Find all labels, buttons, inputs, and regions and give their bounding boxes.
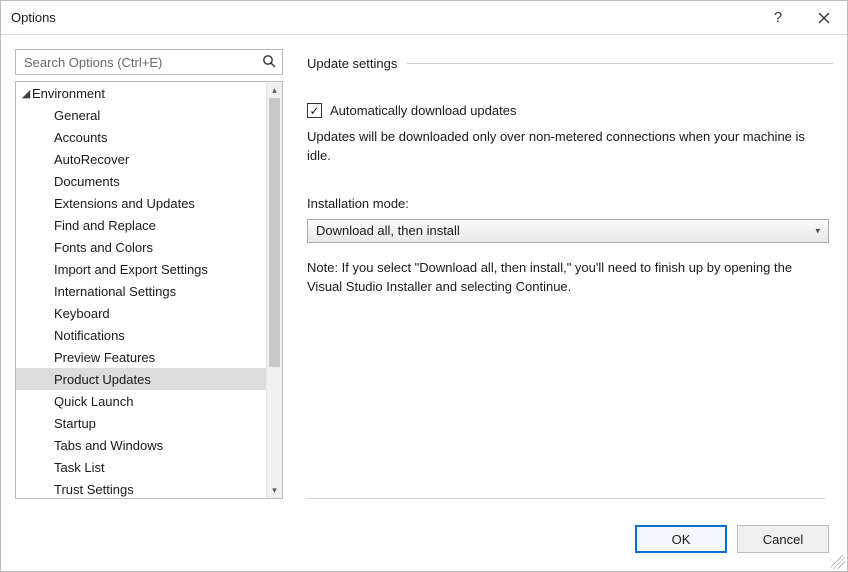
separator [307,498,825,499]
tree-scrollbar[interactable]: ▴ ▾ [266,82,282,498]
tree-item-label: Fonts and Colors [54,240,153,255]
checkbox-icon: ✓ [307,103,322,118]
options-tree: ◢ Environment General Accounts AutoRecover… [15,81,283,499]
tree-item[interactable]: AutoRecover [16,148,266,170]
tree-root-label: Environment [32,86,105,101]
tree-item[interactable]: Startup [16,412,266,434]
scroll-track[interactable] [267,98,282,482]
tree-item-label: General [54,108,100,123]
tree-item-label: Find and Replace [54,218,156,233]
caret-down-icon: ◢ [20,87,32,100]
dialog-title: Options [11,10,56,25]
tree-item-label: Accounts [54,130,107,145]
tree-item-label: Tabs and Windows [54,438,163,453]
tree-item-label: Extensions and Updates [54,196,195,211]
install-mode-note: Note: If you select "Download all, then … [307,259,827,297]
tree-item-label: Keyboard [54,306,110,321]
search-input[interactable] [22,54,262,71]
auto-download-description: Updates will be downloaded only over non… [307,128,827,166]
scroll-down-icon[interactable]: ▾ [267,482,282,498]
tree-item-label: Notifications [54,328,125,343]
tree-item[interactable]: Documents [16,170,266,192]
tree-item[interactable]: Preview Features [16,346,266,368]
tree-item-label: International Settings [54,284,176,299]
cancel-button[interactable]: Cancel [737,525,829,553]
search-icon [262,54,276,71]
scroll-up-icon[interactable]: ▴ [267,82,282,98]
tree-item[interactable]: International Settings [16,280,266,302]
search-options[interactable] [15,49,283,75]
tree-item[interactable]: Fonts and Colors [16,236,266,258]
auto-download-checkbox[interactable]: ✓ Automatically download updates [307,103,833,118]
tree-item[interactable]: Quick Launch [16,390,266,412]
tree-item-label: Documents [54,174,120,189]
tree-item[interactable]: Accounts [16,126,266,148]
tree-item-label: Preview Features [54,350,155,365]
tree-item-label: Product Updates [54,372,151,387]
tree-root-environment[interactable]: ◢ Environment [16,82,266,104]
close-button[interactable] [801,1,847,35]
scroll-thumb[interactable] [269,98,280,367]
tree-item[interactable]: Extensions and Updates [16,192,266,214]
ok-button[interactable]: OK [635,525,727,553]
section-title: Update settings [307,56,397,71]
tree-item-label: Task List [54,460,105,475]
tree-item[interactable]: Task List [16,456,266,478]
settings-panel: Update settings ✓ Automatically download… [283,49,833,499]
titlebar: Options ? [1,1,847,35]
tree-item[interactable]: Import and Export Settings [16,258,266,280]
tree-item[interactable]: Find and Replace [16,214,266,236]
install-mode-dropdown[interactable]: Download all, then install ▾ [307,219,829,243]
tree-item-label: AutoRecover [54,152,129,167]
auto-download-label: Automatically download updates [330,103,516,118]
tree-item[interactable]: Product Updates [16,368,266,390]
tree-item[interactable]: Trust Settings [16,478,266,498]
chevron-down-icon: ▾ [815,225,820,236]
tree-item[interactable]: Keyboard [16,302,266,324]
tree-item[interactable]: General [16,104,266,126]
install-mode-value: Download all, then install [316,223,460,238]
close-icon [818,12,830,24]
tree-item[interactable]: Tabs and Windows [16,434,266,456]
tree-item-label: Import and Export Settings [54,262,208,277]
section-rule [407,63,833,64]
help-button[interactable]: ? [755,1,801,35]
resize-grip[interactable] [831,555,845,569]
install-mode-label: Installation mode: [307,196,833,211]
tree-item-label: Startup [54,416,96,431]
tree-item-label: Trust Settings [54,482,134,497]
tree-item-label: Quick Launch [54,394,134,409]
tree-item[interactable]: Notifications [16,324,266,346]
